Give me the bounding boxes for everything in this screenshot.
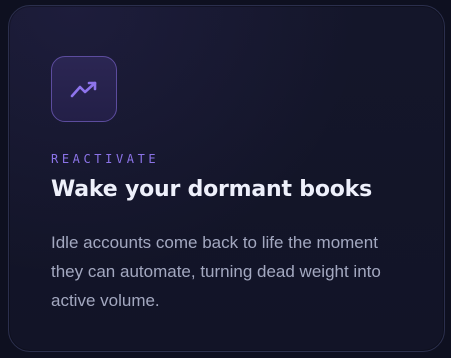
feature-card: REACTIVATE Wake your dormant books Idle … xyxy=(8,5,445,352)
card-description: Idle accounts come back to life the mome… xyxy=(51,233,381,310)
trending-up-icon xyxy=(70,81,97,98)
card-eyebrow: REACTIVATE xyxy=(51,152,160,166)
icon-container xyxy=(51,56,117,122)
card-title: Wake your dormant books xyxy=(51,177,372,202)
